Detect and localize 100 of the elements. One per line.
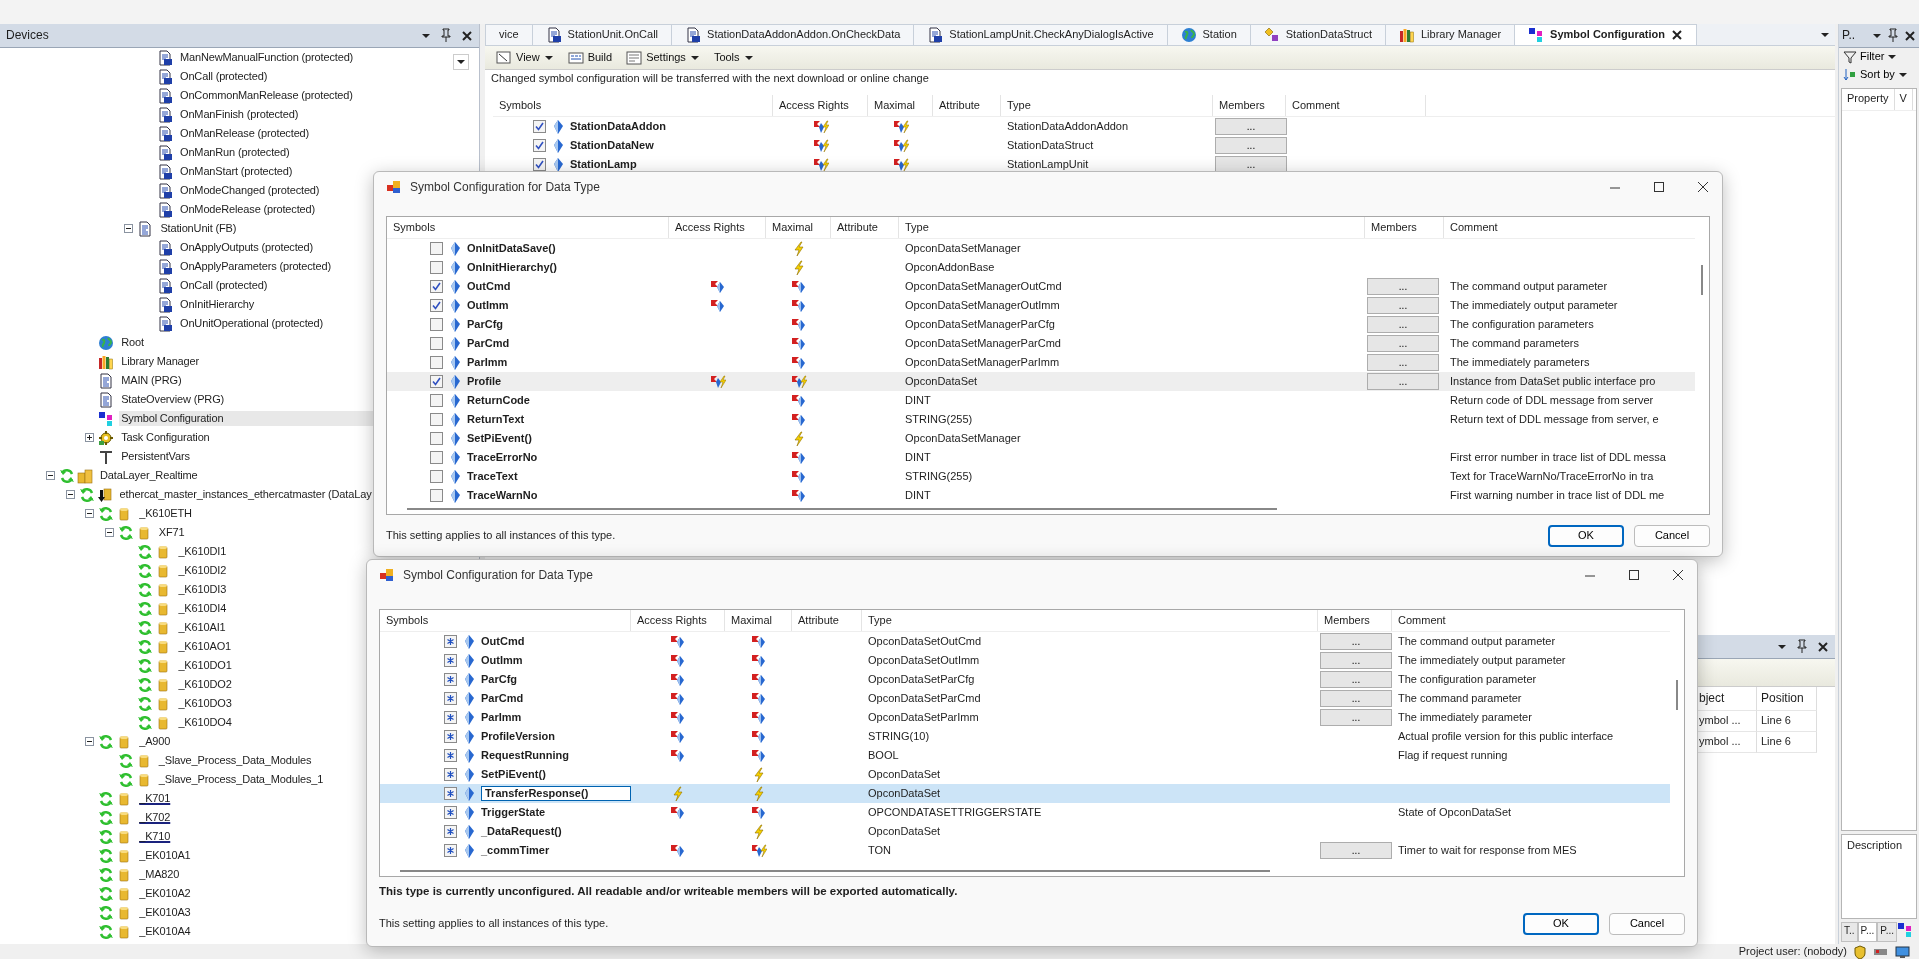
checkbox[interactable] (430, 261, 443, 274)
table-row[interactable]: ParImm OpconDataSetManagerParImm ... The immediately parameters (387, 353, 1695, 372)
column-header[interactable]: Comment (1392, 610, 1670, 631)
close-icon[interactable] (1904, 29, 1916, 42)
checkbox[interactable] (430, 451, 443, 464)
editor-tab[interactable]: Station (1166, 24, 1251, 45)
close-button[interactable] (1696, 180, 1710, 194)
checkbox[interactable] (444, 635, 457, 648)
tree-item[interactable]: _EK010A1 (137, 847, 193, 864)
column-header[interactable]: Symbols (493, 95, 773, 116)
tree-item[interactable]: _K610DI2 (176, 562, 229, 579)
column-header[interactable]: Position (1757, 687, 1817, 711)
dialog-button[interactable]: OK (1523, 912, 1599, 935)
column-header[interactable]: Members (1318, 610, 1392, 631)
table-row[interactable]: _DataRequest() OpconDataSet (380, 822, 1670, 841)
toolbar-button[interactable]: Settings (621, 47, 705, 68)
checkbox[interactable] (444, 730, 457, 743)
tree-item[interactable]: OnManRun (protected) (178, 144, 292, 161)
tree-item[interactable]: Task Configuration (119, 429, 212, 446)
table-row[interactable]: RequestRunning BOOL Flag if request running (380, 746, 1670, 765)
column-header[interactable]: Type (1001, 95, 1213, 116)
tree-item[interactable]: StationUnit (FB) (158, 220, 239, 237)
column-header[interactable]: Type (862, 610, 1318, 631)
dialog-button[interactable]: Cancel (1609, 912, 1685, 935)
tree-item[interactable]: _K610DO4 (176, 714, 234, 731)
column-header[interactable]: Members (1213, 95, 1286, 116)
table-row[interactable]: TriggerState OPCONDATASETTRIGGERSTATE State of OpconDataSet (380, 803, 1670, 822)
maximize-button[interactable] (1652, 180, 1666, 194)
checkbox[interactable] (430, 299, 443, 312)
checkbox[interactable] (430, 375, 443, 388)
editor-tab[interactable]: vice (485, 24, 533, 45)
tree-item[interactable]: OnManFinish (protected) (178, 106, 301, 123)
checkbox[interactable] (444, 787, 457, 800)
table-row[interactable]: TraceWarnNo DINT First warning number in trace list of DDL me (387, 486, 1695, 504)
members-button[interactable]: ... (1320, 671, 1392, 688)
table-row[interactable]: OutImm OpconDataSetOutImm ... The immediately output parameter (380, 651, 1670, 670)
toolbar-button[interactable]: View (491, 47, 559, 68)
table-row[interactable]: ParImm OpconDataSetParImm ... The immediately parameter (380, 708, 1670, 727)
checkbox[interactable] (533, 158, 546, 171)
checkbox[interactable] (430, 432, 443, 445)
table-row[interactable]: SetPiEvent() OpconDataSet (380, 765, 1670, 784)
close-icon[interactable] (1817, 640, 1829, 653)
checkbox[interactable] (430, 242, 443, 255)
scrollbar-thumb[interactable] (407, 508, 1277, 510)
table-row[interactable]: ParCfg OpconDataSetParCfg ... The configuration parameter (380, 670, 1670, 689)
checkbox[interactable] (533, 120, 546, 133)
tree-item[interactable]: OnManRelease (protected) (178, 125, 312, 142)
column-header[interactable]: Symbols (387, 217, 669, 238)
tree-item[interactable]: _EK010A4 (137, 923, 193, 940)
expand-toggle[interactable] (85, 433, 95, 442)
tree-item[interactable]: _K610DI4 (176, 600, 229, 617)
column-header[interactable]: Type (899, 217, 1365, 238)
checkbox[interactable] (444, 768, 457, 781)
tree-item[interactable]: PersistentVars (119, 448, 192, 465)
members-button[interactable]: ... (1367, 373, 1439, 390)
checkbox[interactable] (430, 280, 443, 293)
tree-item[interactable]: OnUnitOperational (protected) (178, 315, 325, 332)
collapse-toggle[interactable] (46, 471, 55, 480)
scrollbar-thumb[interactable] (400, 870, 1270, 872)
tree-item[interactable]: _K710 (137, 828, 173, 845)
table-row[interactable]: _commTimer TON ... Timer to wait for response from MES (380, 841, 1670, 860)
editor-tab[interactable]: StationUnit.OnCall (531, 24, 673, 45)
table-row[interactable]: OutImm OpconDataSetManagerOutImm ... The immediately output parameter (387, 296, 1695, 315)
panel-tab[interactable]: T.. (1841, 922, 1858, 942)
tree-item[interactable]: _K701 (137, 790, 173, 807)
column-header[interactable]: Maximal (868, 95, 933, 116)
tree-item[interactable]: _K610ETH (137, 505, 194, 522)
checkbox[interactable] (444, 749, 457, 762)
table-row[interactable]: TransferResponse() OpconDataSet (380, 784, 1670, 803)
tree-item[interactable]: Root (119, 334, 146, 351)
tree-item[interactable]: _K610DO1 (176, 657, 234, 674)
collapse-toggle[interactable] (65, 490, 75, 499)
tree-item[interactable]: _K702 (137, 809, 173, 826)
members-button[interactable]: ... (1367, 278, 1439, 295)
tree-item[interactable]: _EK010A2 (137, 885, 193, 902)
column-header[interactable]: Attribute (831, 217, 899, 238)
column-header[interactable]: Members (1365, 217, 1444, 238)
panel-tab[interactable]: P... (1857, 922, 1878, 942)
tree-item[interactable]: _K610DO3 (176, 695, 234, 712)
checkbox[interactable] (430, 394, 443, 407)
maximize-button[interactable] (1627, 568, 1641, 582)
members-button[interactable]: ... (1367, 297, 1439, 314)
tree-item[interactable]: _MA820 (137, 866, 182, 883)
members-button[interactable]: ... (1215, 118, 1287, 135)
tree-item[interactable]: OnManStart (protected) (178, 163, 295, 180)
close-icon[interactable] (1671, 29, 1683, 41)
tree-item[interactable]: OnCall (protected) (178, 277, 270, 294)
tree-item[interactable]: StateOverview (PRG) (119, 391, 227, 408)
table-row[interactable]: OnInitDataSave() OpconDataSetManager (387, 239, 1695, 258)
close-button[interactable] (1671, 568, 1685, 582)
pin-icon[interactable] (439, 28, 453, 43)
collapse-toggle[interactable] (85, 509, 95, 518)
tree-item[interactable]: OnApplyParameters (protected) (178, 258, 333, 275)
checkbox[interactable] (430, 337, 443, 350)
table-row[interactable]: OutCmd OpconDataSetOutCmd ... The command output parameter (380, 632, 1670, 651)
collapse-toggle[interactable] (104, 528, 114, 537)
column-header[interactable]: Attribute (792, 610, 862, 631)
column-header[interactable]: V (1894, 89, 1913, 110)
editor-tab[interactable]: StationDataAddonAddon.OnCheckData (671, 24, 915, 45)
members-button[interactable]: ... (1320, 652, 1392, 669)
